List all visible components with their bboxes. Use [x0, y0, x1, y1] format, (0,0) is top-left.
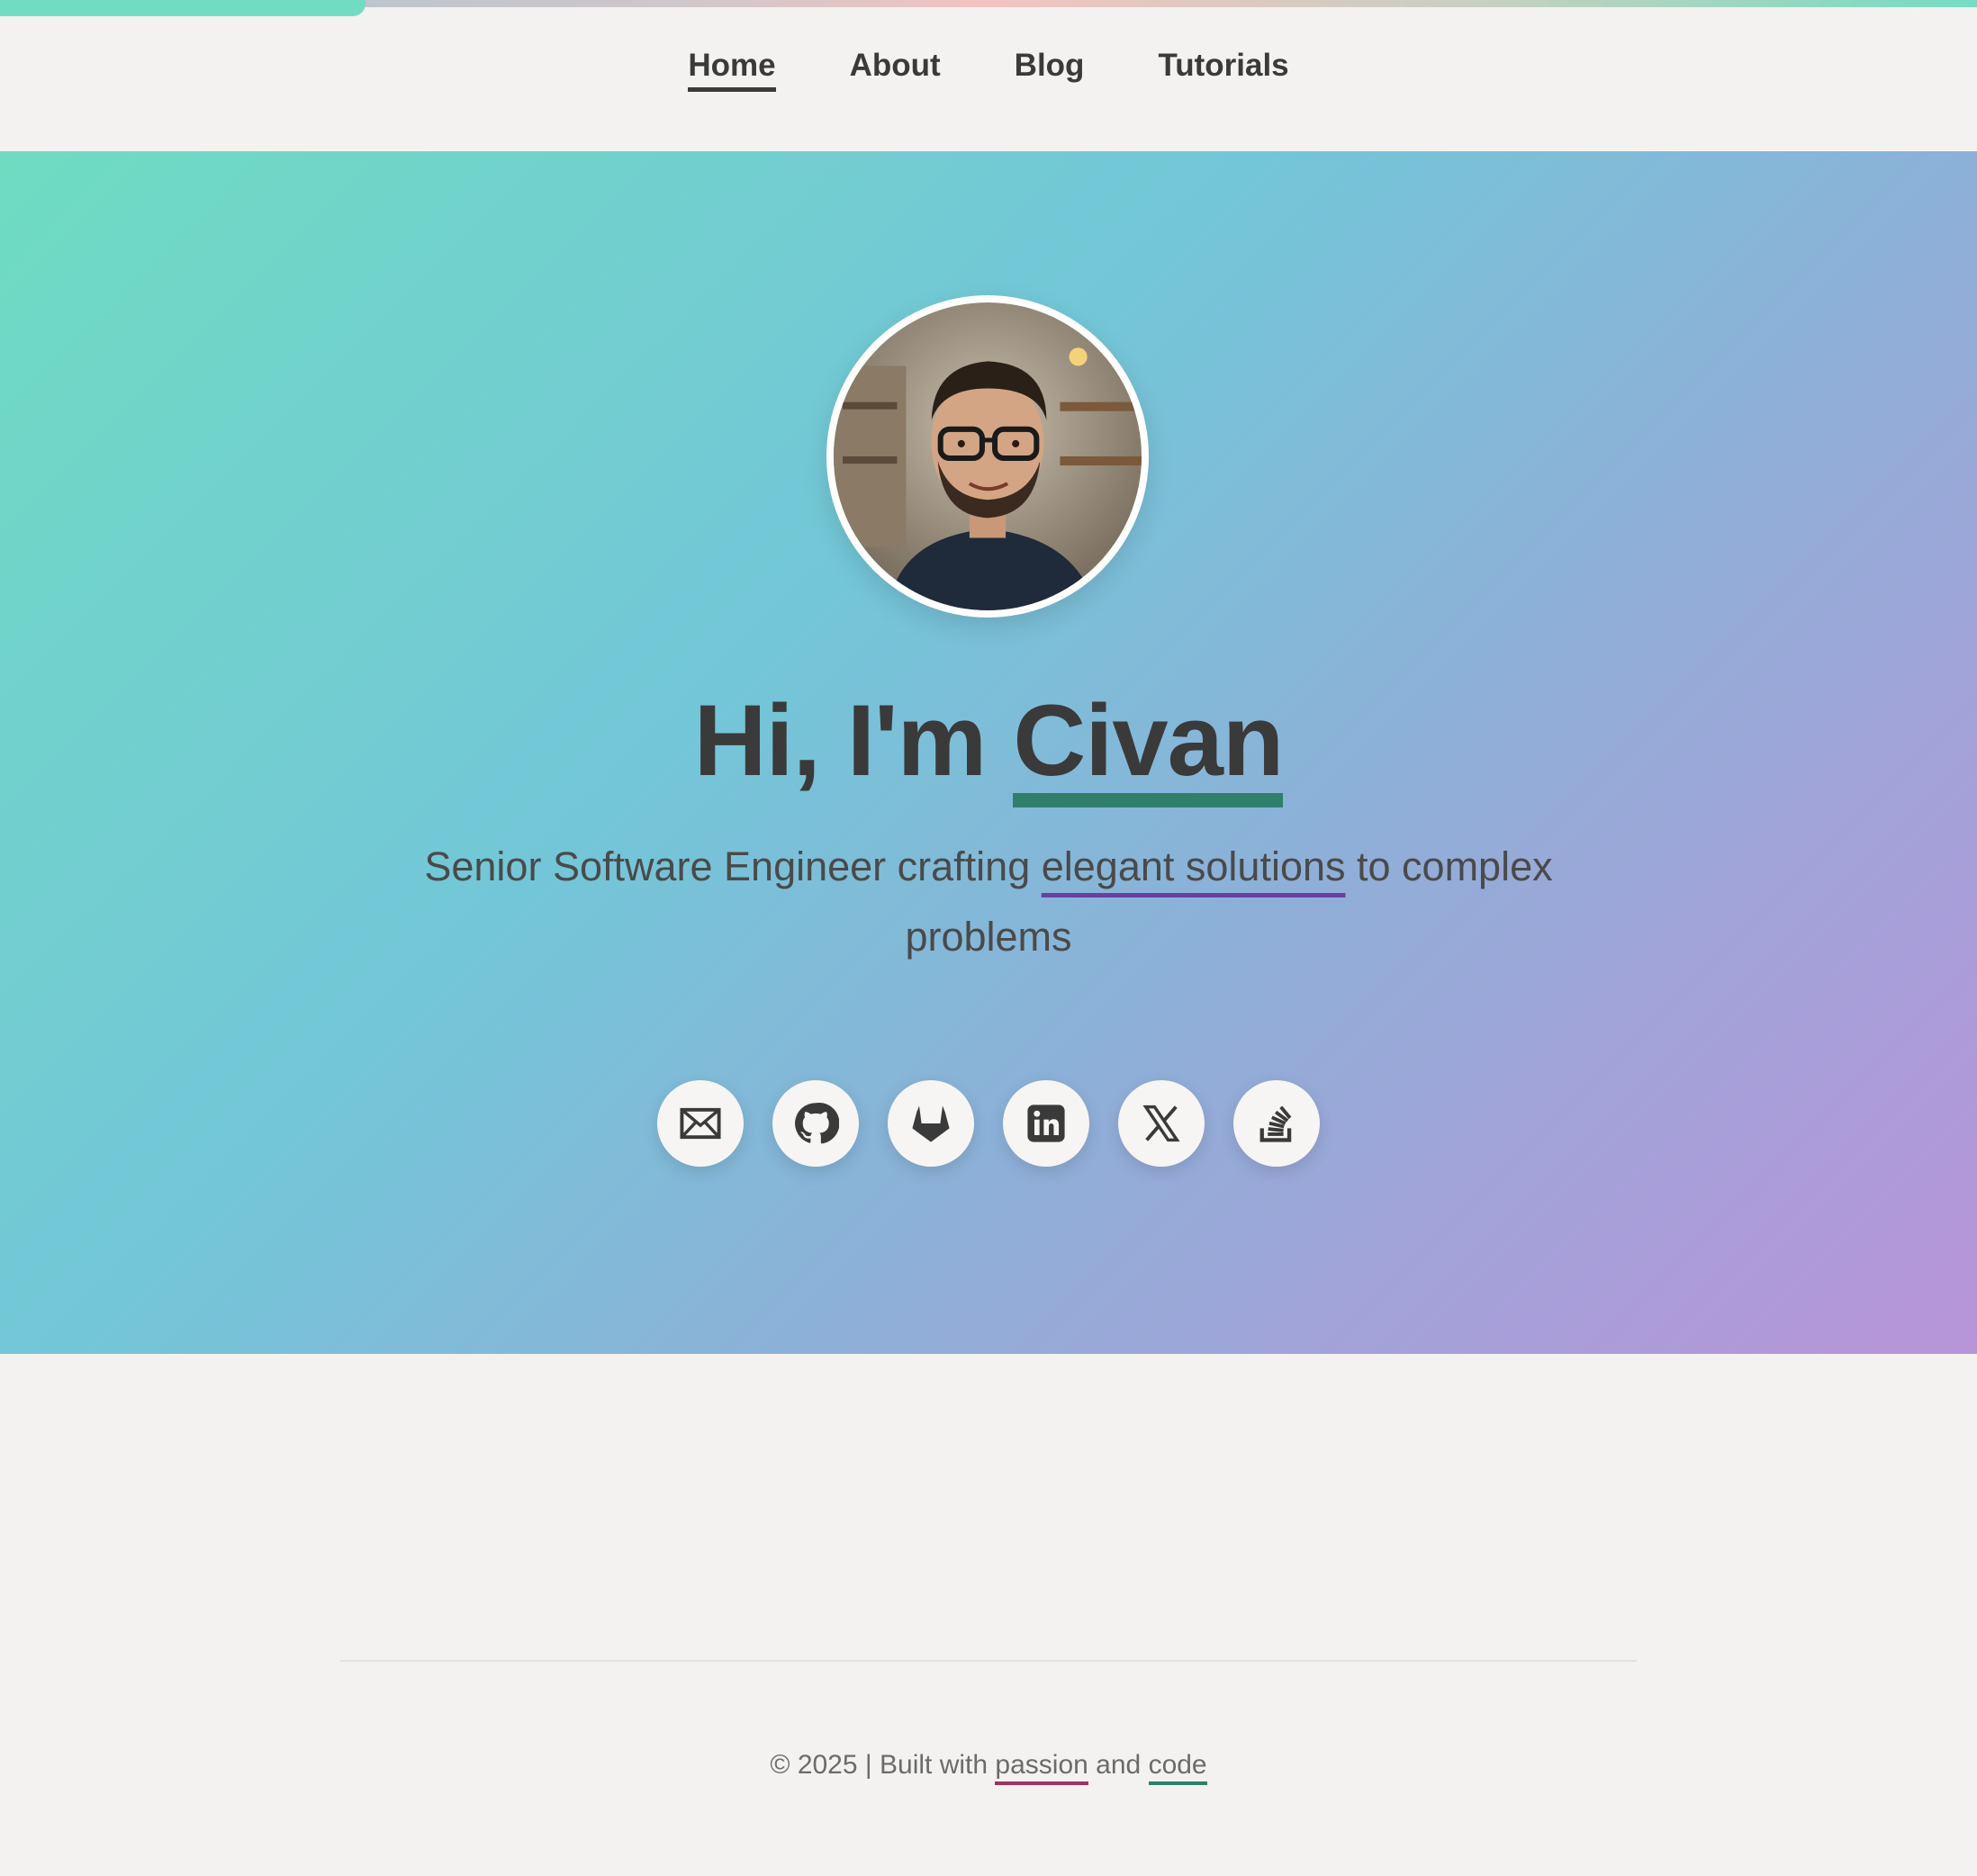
- github-icon: [795, 1102, 839, 1144]
- footer: © 2025 | Built with passion and code: [0, 1750, 1977, 1785]
- footer-prefix: © 2025 | Built with: [770, 1750, 988, 1780]
- hero-name: Civan: [1013, 684, 1284, 807]
- subtitle-highlight: elegant solutions: [1041, 843, 1346, 889]
- linkedin-icon: [1027, 1105, 1065, 1142]
- x-icon: [1142, 1105, 1180, 1142]
- github-link[interactable]: [772, 1080, 859, 1167]
- linkedin-link[interactable]: [1003, 1080, 1089, 1167]
- gitlab-link[interactable]: [888, 1080, 974, 1167]
- profile-photo-icon: [834, 302, 1142, 610]
- social-links: [0, 1080, 1977, 1167]
- footer-passion-link[interactable]: passion: [995, 1750, 1088, 1785]
- stackoverflow-icon: [1259, 1105, 1292, 1142]
- nav-about[interactable]: About: [850, 48, 941, 92]
- hero-section: Hi, I'm Civan Senior Software Engineer c…: [0, 151, 1977, 1354]
- greeting-text: Hi, I'm: [693, 684, 988, 797]
- footer-code-link[interactable]: code: [1148, 1750, 1207, 1785]
- subtitle-pre: Senior Software Engineer crafting: [424, 843, 1031, 889]
- email-link[interactable]: [657, 1080, 744, 1167]
- gitlab-icon: [912, 1105, 950, 1142]
- stackoverflow-link[interactable]: [1233, 1080, 1320, 1167]
- footer-and: and: [1096, 1750, 1142, 1780]
- nav-blog[interactable]: Blog: [1015, 48, 1085, 92]
- avatar: [826, 295, 1149, 618]
- footer-divider: [340, 1660, 1637, 1662]
- main-nav: Home About Blog Tutorials: [0, 0, 1977, 151]
- nav-tutorials[interactable]: Tutorials: [1158, 48, 1288, 92]
- hero-subtitle: Senior Software Engineer crafting elegan…: [387, 832, 1590, 972]
- nav-home[interactable]: Home: [688, 48, 776, 92]
- envelope-icon: [680, 1107, 721, 1140]
- x-link[interactable]: [1118, 1080, 1205, 1167]
- hero-headline: Hi, I'm Civan: [0, 682, 1977, 807]
